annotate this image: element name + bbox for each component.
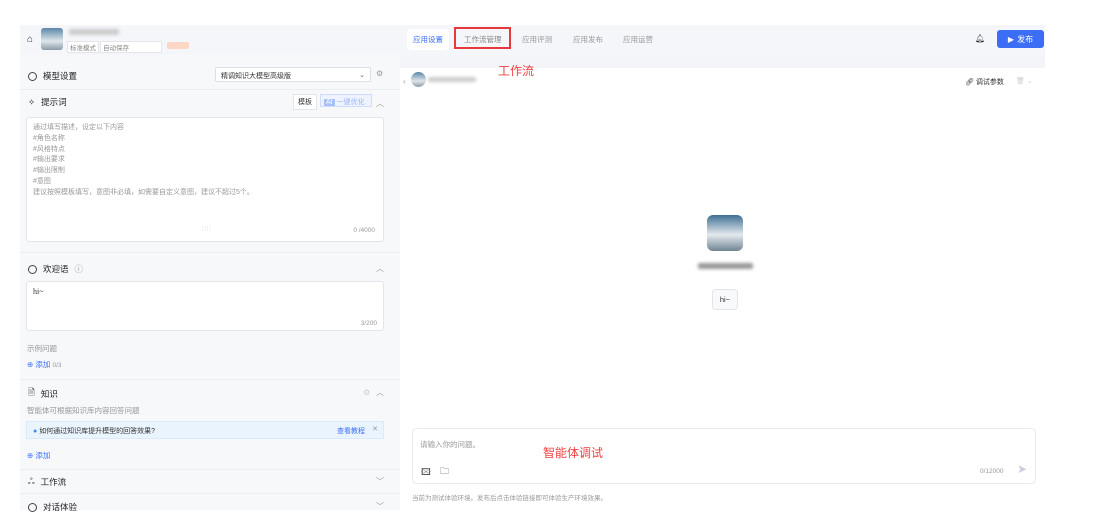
dialog-experience-title[interactable]: 对话体验 (28, 501, 77, 513)
bell-icon[interactable]: 🔔︎ (975, 34, 985, 43)
workflow-title[interactable]: ஃ 工作流 (28, 476, 66, 488)
document-icon: 🗎︎ (28, 387, 35, 397)
agent-name (428, 77, 476, 82)
annotation-workflow: 工作流 (498, 64, 535, 78)
app: ⌂ 标准模式 自动保存 应用设置 工作流管理 应用评测 应用发布 应用运营 🔔︎… (20, 25, 1045, 513)
footnote: 当前为测试体验环境。发布后点击体验链接即可体验生产环境效果。 (412, 495, 607, 502)
tab-app-publish[interactable]: 应用发布 (573, 34, 603, 45)
app-avatar (41, 28, 63, 50)
knowledge-title: 🗎︎ 知识 (28, 387, 58, 399)
send-icon[interactable]: ➤ (1017, 462, 1027, 476)
tag-autosave: 自动保存 (100, 41, 162, 53)
app-name (69, 29, 119, 35)
model-select[interactable]: 精调知识大模型高级版 ⌄ (215, 67, 371, 82)
gear-icon[interactable]: ⚙ (363, 388, 370, 397)
template-button[interactable]: 模板 (293, 94, 317, 110)
view-tutorial-link[interactable]: 查看教程 (337, 426, 365, 436)
tab-app-evaluation[interactable]: 应用评测 (522, 34, 552, 45)
publish-button[interactable]: ▶ 发布 (997, 30, 1044, 48)
chat-input-placeholder: 请输入你的问题。 (420, 440, 480, 449)
tab-app-settings[interactable]: 应用设置 (413, 34, 443, 45)
agent-avatar (411, 72, 426, 87)
annotation-debug: 智能体调试 (543, 446, 604, 460)
workflow-icon: ஃ (28, 476, 35, 486)
resize-handle[interactable]: ∷∷ (202, 225, 211, 236)
sparkle-icon: ✧ (28, 96, 36, 107)
chevron-up-icon[interactable]: ︿ (376, 98, 384, 109)
model-settings-title: 模型设置 (28, 70, 77, 82)
gear-icon[interactable]: ⚙ (376, 69, 383, 78)
model-icon (28, 71, 37, 81)
clear-icon[interactable]: 🗑︎ ⌄ (1016, 77, 1033, 85)
dialog-icon (28, 502, 37, 512)
welcome-title: 欢迎语 ⓘ (28, 263, 83, 275)
play-icon: ▶ (1007, 34, 1015, 44)
chevron-down-icon[interactable]: ﹀ (376, 501, 384, 512)
add-knowledge-button[interactable]: ⊕ 添加 (27, 450, 50, 461)
welcome-bubble: hi~ (712, 289, 738, 310)
status-badge (167, 42, 189, 49)
agent-name-large (698, 263, 753, 269)
info-banner: ● 如何通过知识库提升模型的回答效果? 查看教程 ✕ (26, 421, 384, 439)
back-icon[interactable]: ‹ (403, 77, 406, 86)
tag-mode: 标准模式 (67, 41, 99, 53)
chevron-up-icon[interactable]: ︿ (376, 387, 384, 398)
chevron-up-icon[interactable]: ︿ (376, 263, 384, 274)
chat-input[interactable]: 请输入你的问题。 🖾 🗀 0/12000 ➤ (412, 428, 1036, 484)
char-count: 0 /4000 (353, 227, 375, 235)
home-icon[interactable]: ⌂ (27, 34, 33, 45)
example-questions-label: 示例问题 (27, 344, 57, 353)
add-example-button[interactable]: ⊕ 添加 0/3 (27, 359, 62, 370)
folder-icon[interactable]: 🗀 (440, 464, 449, 480)
input-char-count: 0/12000 (980, 468, 1004, 475)
knowledge-desc: 智能体可根据知识库内容回答问题 (27, 406, 140, 415)
tab-app-operations[interactable]: 应用运营 (623, 34, 653, 45)
help-icon[interactable]: ⓘ (75, 263, 84, 275)
settings-panel: 模型设置 精调知识大模型高级版 ⌄ ⚙ ✧ 提示词 模板 AI 一键优化 ︿ 通过填… (20, 55, 400, 513)
debug-params-button[interactable]: 🔗︎ 调试参数 (965, 77, 1004, 87)
chat-icon (28, 264, 37, 274)
image-icon[interactable]: 🖾 (421, 465, 431, 481)
highlight-box (454, 27, 511, 49)
chevron-down-icon[interactable]: ﹀ (376, 476, 384, 487)
optimize-button[interactable]: AI 一键优化 (320, 94, 372, 107)
prompt-title: ✧ 提示词 (28, 96, 67, 108)
info-icon: ● (33, 428, 38, 435)
close-icon[interactable]: ✕ (372, 425, 378, 433)
debug-panel: ‹ 🔗︎ 调试参数 🗑︎ ⌄ hi~ 请输入你的问题。 🖾 🗀 0/12000 … (400, 55, 1045, 510)
welcome-textarea[interactable]: hi~ 3/200 (26, 281, 384, 331)
prompt-textarea[interactable]: 通过填写描述，设定以下内容 #角色名称 #风格特点 #输出要求 #输出限制 #意图 建议按照… (26, 117, 384, 242)
agent-avatar-large (707, 215, 743, 251)
